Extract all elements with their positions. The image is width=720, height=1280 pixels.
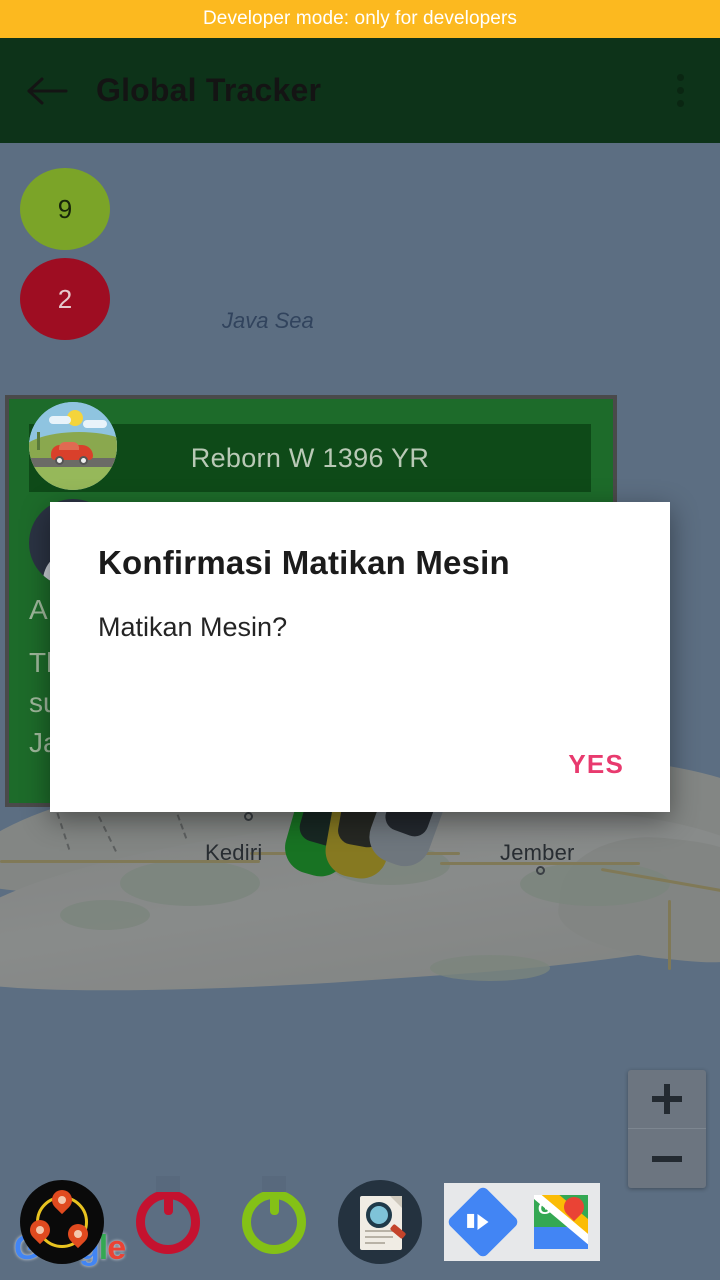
plus-icon (664, 1084, 670, 1114)
map-label-java-sea: Java Sea (222, 308, 314, 333)
cluster-count: 2 (57, 283, 73, 314)
directions-arrow-stem (467, 1213, 475, 1228)
map-cluster-marker-green[interactable]: 9 (20, 168, 110, 250)
developer-mode-label: Developer mode: only for developers (202, 8, 517, 29)
power-icon (242, 1185, 306, 1254)
map-vegetation-patch (60, 900, 150, 930)
engine-off-button[interactable] (126, 1176, 210, 1264)
cluster-count: 9 (57, 193, 73, 224)
magnifier-icon (366, 1202, 392, 1228)
gmaps-g-letter: G (538, 1199, 552, 1218)
map-city-dot (244, 812, 253, 821)
document-text-line (365, 1242, 385, 1244)
power-icon-notch (156, 1176, 180, 1192)
dialog-yes-button[interactable]: YES (538, 739, 654, 790)
directions-icon (446, 1185, 520, 1259)
menu-dot (676, 100, 684, 107)
zoom-out-button[interactable] (628, 1129, 706, 1188)
map-label-jember: Jember (500, 840, 575, 865)
google-maps-icon: G (534, 1195, 588, 1249)
car-window (59, 442, 79, 450)
minus-icon (652, 1155, 682, 1162)
car-wheel (55, 456, 64, 465)
map-road (668, 900, 671, 970)
zoom-in-button[interactable] (628, 1070, 706, 1129)
tree-icon (37, 432, 40, 450)
dialog-title: Konfirmasi Matikan Mesin (98, 544, 510, 581)
vehicle-detail-line: A (29, 594, 48, 625)
map-zoom-controls (628, 1070, 706, 1188)
page-title: Global Tracker (96, 72, 322, 108)
map-app-shortcuts: G (444, 1183, 600, 1261)
directions-arrow-head (477, 1214, 489, 1230)
app-screen: Java Sea Kediri Jember Google 9 2 (0, 0, 720, 1280)
dialog-message: Matikan Mesin? (98, 612, 288, 642)
engine-on-button[interactable] (232, 1176, 316, 1264)
map-vegetation-patch (120, 860, 260, 906)
document-fold (390, 1196, 402, 1208)
power-icon-notch (262, 1176, 286, 1192)
cloud-icon (49, 416, 71, 424)
menu-dot (676, 87, 684, 94)
menu-dot (676, 74, 684, 81)
map-city-dot (536, 866, 545, 875)
google-maps-button[interactable]: G (522, 1183, 600, 1261)
report-button[interactable] (338, 1180, 422, 1264)
power-icon (136, 1185, 200, 1254)
vehicle-name-label: Reborn W 1396 YR (190, 442, 430, 473)
developer-mode-banner: Developer mode: only for developers (0, 0, 720, 38)
car-wheel (79, 456, 88, 465)
car-photo-avatar (29, 402, 117, 490)
bottom-toolbar: G (0, 1164, 720, 1280)
confirm-engine-off-dialog: Konfirmasi Matikan Mesin Matikan Mesin? … (50, 502, 670, 812)
map-cluster-marker-red[interactable]: 2 (20, 258, 110, 340)
back-arrow-icon[interactable] (0, 38, 96, 143)
cloud-icon (83, 420, 107, 428)
directions-button[interactable] (444, 1183, 522, 1261)
document-text-line (365, 1230, 393, 1232)
overflow-menu-icon[interactable] (640, 38, 720, 143)
tracking-button[interactable] (20, 1180, 104, 1264)
map-label-kediri: Kediri (205, 840, 263, 865)
map-vegetation-patch (430, 955, 550, 981)
document-text-line (365, 1236, 393, 1238)
app-bar: Global Tracker (0, 38, 720, 143)
